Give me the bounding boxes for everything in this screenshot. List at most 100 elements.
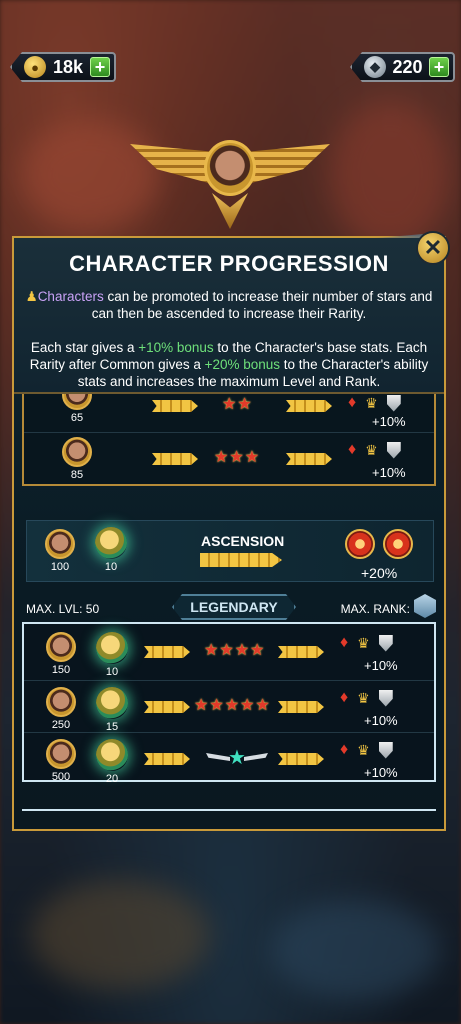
add-gems-button[interactable]: + <box>429 57 449 77</box>
crown-icon: ♛ <box>365 394 378 411</box>
gem-amount: 220 <box>392 56 423 77</box>
arrow-icon <box>144 646 190 658</box>
table-row: 500 20 ★ ♦ ♛ +10% <box>24 732 434 785</box>
shield-icon <box>378 634 393 652</box>
bonus-value: +10% <box>372 465 406 480</box>
crystal-icon: ◆ <box>364 56 386 78</box>
arrow-icon <box>278 646 324 658</box>
medal-cell: 15 <box>96 687 128 733</box>
panel-header: CHARACTER PROGRESSION ♟Characters can be… <box>14 238 444 394</box>
crown-icon: ♛ <box>357 689 370 706</box>
star-icon: ★ <box>234 642 250 659</box>
gold-currency-bar[interactable]: ● 18k + <box>10 52 116 82</box>
character-portrait <box>45 529 75 559</box>
rank-badge-icon <box>383 529 413 559</box>
gem-currency-bar[interactable]: ◆ 220 + <box>350 52 455 82</box>
bonus-value: +10% <box>364 713 398 728</box>
characters-link[interactable]: Characters <box>38 289 104 304</box>
panel-description: ♟Characters can be promoted to increase … <box>24 288 434 390</box>
gold-coin-icon: ● <box>24 56 46 78</box>
medal-requirement: 10 <box>104 561 118 573</box>
stat-icons: ♦ ♛ <box>348 441 401 459</box>
ability-badge-icon <box>345 529 375 559</box>
star-icon: ★ <box>229 449 244 466</box>
shield-icon <box>386 441 401 459</box>
star-rating: ★ ★ ★ ★ ★ <box>194 695 270 715</box>
shield-icon <box>378 741 393 759</box>
add-gold-button[interactable]: + <box>90 57 110 77</box>
shield-icon <box>378 689 393 707</box>
legendary-header: MAX. LVL: 50 LEGENDARY MAX. RANK: <box>22 594 436 624</box>
arrow-icon <box>144 701 190 713</box>
star-rating: ★ ★ ★ <box>214 447 259 467</box>
ascension-bonus: +20% <box>361 565 398 581</box>
star-icon: ★ <box>240 697 255 714</box>
level-requirement: 150 <box>51 664 71 676</box>
arrow-icon <box>286 400 332 412</box>
winged-star-icon: ★ <box>202 747 272 769</box>
blood-drops-icon: ♦ <box>340 689 349 706</box>
star-icon: ★ <box>214 449 229 466</box>
star-icon: ★ <box>237 396 252 413</box>
level-requirement: 85 <box>70 469 84 481</box>
arrow-icon <box>144 753 190 765</box>
blood-drops-icon: ♦ <box>348 441 357 458</box>
arrow-icon <box>200 553 282 567</box>
character-portrait <box>204 140 256 196</box>
chevron-icon <box>212 193 248 229</box>
close-button[interactable]: ✕ <box>416 231 450 265</box>
arrow-icon <box>278 753 324 765</box>
bonus-value: +10% <box>364 765 398 780</box>
rank-insignia-icon[interactable] <box>414 594 436 618</box>
stat-icons: ♦ ♛ <box>340 689 393 707</box>
level-cell: 150 <box>46 632 76 676</box>
star-icon: ★ <box>204 642 219 659</box>
star-icon: ★ <box>255 697 270 714</box>
progression-panel: ✕ CHARACTER PROGRESSION ♟Characters can … <box>12 231 450 831</box>
rarity-bonus: +20% bonus <box>204 357 281 372</box>
star-rating: ★ ★ ★ ★ <box>204 640 264 660</box>
bg-blur <box>30 880 210 990</box>
level-cell: 250 <box>46 687 76 731</box>
bg-blur <box>330 100 450 250</box>
level-cell: 100 <box>45 529 75 573</box>
ascension-label: ASCENSION <box>201 533 285 549</box>
medal-cell: 10 <box>95 527 127 573</box>
star-rating: ★ ★ <box>222 394 252 414</box>
arrow-icon <box>152 453 198 465</box>
character-portrait <box>62 437 92 467</box>
bonus-value: +10% <box>372 414 406 429</box>
blood-drops-icon: ♦ <box>340 634 349 651</box>
blood-drops-icon: ♦ <box>348 394 357 411</box>
table-row: 150 10 ★ ★ ★ ★ ♦ ♛ +10% <box>24 626 434 678</box>
medal-requirement: 20 <box>105 773 119 785</box>
star-icon: ★ <box>224 697 240 714</box>
bg-blur <box>270 900 440 1000</box>
max-rank-label: MAX. RANK: <box>340 602 410 616</box>
legendary-box: 150 10 ★ ★ ★ ★ ♦ ♛ +10% 250 15 ★ ★ ★ ★ ★… <box>22 622 436 785</box>
level-cell: 85 <box>62 437 92 481</box>
arrow-icon <box>152 400 198 412</box>
desc-text: can be promoted to increase their number… <box>91 289 433 321</box>
arrow-icon <box>286 453 332 465</box>
shield-icon <box>386 394 401 412</box>
ascension-medal-icon <box>96 739 128 771</box>
bonus-value: +10% <box>364 658 398 673</box>
medal-cell: 10 <box>96 632 128 678</box>
star-icon: ★ <box>194 697 209 714</box>
ascension-medal-icon <box>95 527 127 559</box>
medal-requirement: 10 <box>105 666 119 678</box>
level-cell: 500 <box>46 739 76 783</box>
medal-cell: 20 <box>96 739 128 785</box>
star-bonus: +10% bonus <box>138 340 214 355</box>
panel-title: CHARACTER PROGRESSION <box>69 251 389 276</box>
character-portrait <box>46 739 76 769</box>
level-requirement: 500 <box>51 771 71 783</box>
desc-text: Each star gives a <box>30 340 139 355</box>
ascension-medal-icon <box>96 687 128 719</box>
level-requirement: 250 <box>51 719 71 731</box>
character-icon: ♟ <box>25 289 38 304</box>
divider <box>22 809 436 815</box>
crown-icon: ♛ <box>357 741 370 758</box>
table-row: 85 ★ ★ ★ ♦ ♛ +10% <box>24 432 434 482</box>
